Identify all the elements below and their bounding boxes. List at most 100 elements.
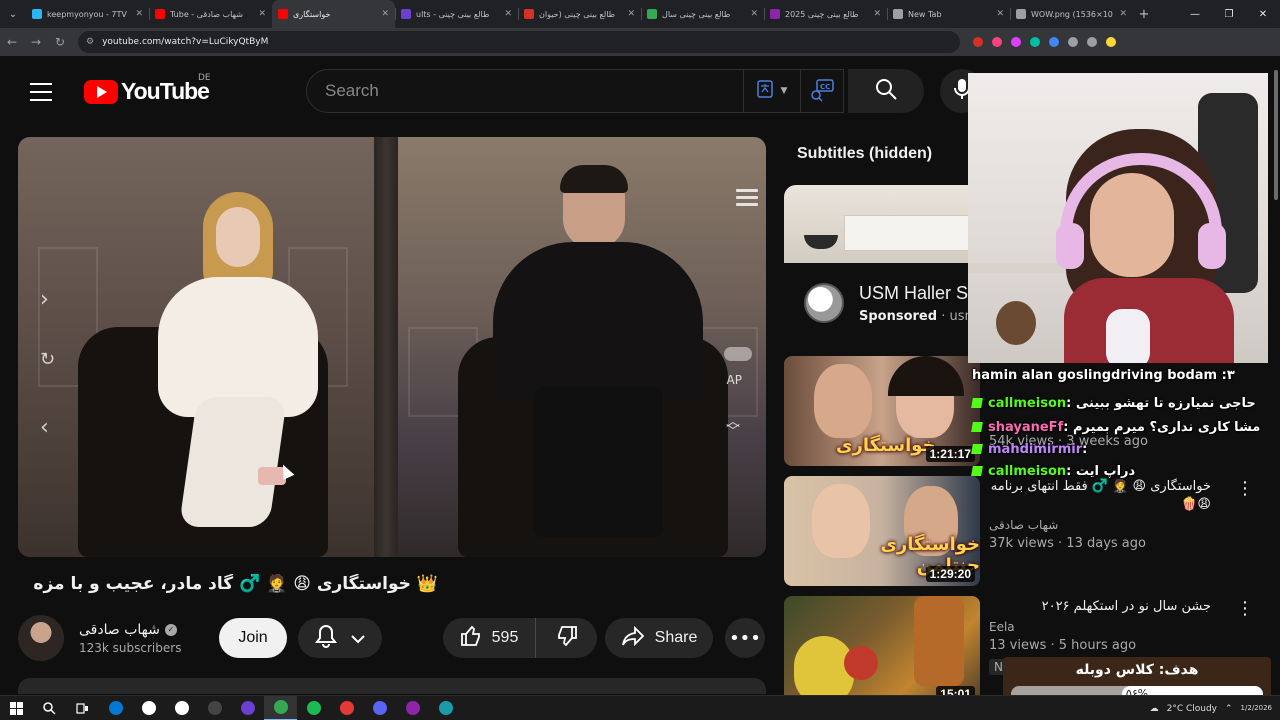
tab-close-icon[interactable]: ✕ xyxy=(381,9,389,19)
browser-tab[interactable]: طالع بینی چینی (حیوان ✕ xyxy=(518,0,641,28)
browser-tab[interactable]: ults - طالع بینی چینی ✕ xyxy=(395,0,518,28)
taskbar-app-icon[interactable] xyxy=(429,696,462,720)
recommendation-title[interactable]: جشن سال نو در استکهلم ۲۰۲۶ xyxy=(989,598,1211,616)
replay-icon[interactable]: ↻ xyxy=(40,349,55,370)
page-scrollbar[interactable] xyxy=(1272,60,1280,210)
guide-menu-icon[interactable] xyxy=(30,83,52,107)
browser-tab[interactable]: WOW.png (1536×10 ✕ xyxy=(1010,0,1133,28)
dislike-button[interactable] xyxy=(536,625,597,651)
extension-icon[interactable] xyxy=(1006,28,1025,56)
youtube-logo[interactable]: YouTube xyxy=(84,78,210,105)
chat-username[interactable]: mahdimirmir xyxy=(988,442,1082,457)
browser-tab[interactable]: طالع بینی چینی 2025 ✕ xyxy=(764,0,887,28)
recommendation-thumbnail[interactable]: خواستگاری 1:21:17 xyxy=(784,356,980,466)
share-button[interactable]: Share xyxy=(605,618,713,658)
browser-tab[interactable]: keepmyonyou - 7TV ✕ xyxy=(26,0,149,28)
search-button[interactable] xyxy=(848,69,924,113)
furniture-shape xyxy=(844,215,974,251)
weather-text[interactable]: 2°C Cloudy xyxy=(1167,704,1217,714)
tab-favicon-icon xyxy=(524,9,534,19)
join-button[interactable]: Join xyxy=(219,618,287,658)
taskbar-app-icon[interactable] xyxy=(231,696,264,720)
taskbar-app-icon[interactable] xyxy=(264,695,297,720)
subscription-bell-button[interactable] xyxy=(298,618,382,658)
tab-search-icon[interactable]: ⌄ xyxy=(0,0,26,28)
task-view-icon[interactable] xyxy=(66,696,99,720)
new-tab-button[interactable]: + xyxy=(1133,0,1155,28)
browser-tab[interactable]: Tube - شهاب صادقی ✕ xyxy=(149,0,272,28)
more-vertical-icon[interactable]: ⋮ xyxy=(1236,598,1254,619)
minimize-icon[interactable]: — xyxy=(1178,0,1212,28)
extension-icon[interactable] xyxy=(1044,28,1063,56)
extension-icon[interactable] xyxy=(1101,28,1120,56)
browser-tab[interactable]: خواستگاری ✕ xyxy=(272,0,395,28)
subtitles-hidden-label[interactable]: Subtitles (hidden) xyxy=(797,145,932,163)
taskbar-app-icon[interactable] xyxy=(330,696,363,720)
channel-avatar[interactable] xyxy=(18,615,64,661)
forward-icon[interactable]: → xyxy=(24,35,48,49)
thumbnail-text: خواستگاری xyxy=(836,435,936,456)
back-icon[interactable]: ← xyxy=(0,35,24,49)
address-bar[interactable]: ⚙ youtube.com/watch?v=LuCikyQtByM xyxy=(78,31,960,53)
tab-close-icon[interactable]: ✕ xyxy=(258,9,266,19)
close-window-icon[interactable]: ✕ xyxy=(1246,0,1280,28)
ad-title[interactable]: USM Haller S xyxy=(859,283,968,304)
channel-name[interactable]: Eela xyxy=(989,620,1015,634)
reload-icon[interactable]: ↻ xyxy=(48,35,72,49)
extension-icon[interactable] xyxy=(1063,28,1082,56)
expand-collapse-icon[interactable]: ︿ ﹀ xyxy=(726,415,740,439)
taskbar-app-icon[interactable] xyxy=(132,696,165,720)
channel-name[interactable]: شهاب صادقی xyxy=(989,518,1058,532)
tab-close-icon[interactable]: ✕ xyxy=(873,9,881,19)
taskbar-app-icon[interactable] xyxy=(297,696,330,720)
start-button[interactable] xyxy=(0,696,33,720)
previous-arrow-icon[interactable]: ‹ xyxy=(40,415,49,440)
recommendation-thumbnail[interactable]: 15:01 xyxy=(784,596,980,706)
recommendation-info[interactable]: خواستگاری 😩 🤵 ♂️ فقط انتهای برنامه 😩🍿 شه… xyxy=(989,478,1229,551)
browser-tab[interactable]: New Tab ✕ xyxy=(887,0,1010,28)
recommendation-channel: شهاب صادقی xyxy=(989,518,1229,532)
taskbar-apps xyxy=(99,695,462,720)
sponsored-ad-card[interactable]: USM Haller S Sponsored · usm xyxy=(784,185,984,345)
taskbar-app-icon[interactable] xyxy=(363,696,396,720)
tab-close-icon[interactable]: ✕ xyxy=(996,9,1004,19)
site-info-icon[interactable]: ⚙ xyxy=(86,37,94,47)
chat-username[interactable]: callmeison xyxy=(988,396,1066,411)
search-input[interactable]: Search xyxy=(306,69,744,113)
more-actions-button[interactable]: ••• xyxy=(725,618,765,658)
tab-close-icon[interactable]: ✕ xyxy=(627,9,635,19)
extension-icon[interactable] xyxy=(1025,28,1044,56)
tab-close-icon[interactable]: ✕ xyxy=(504,9,512,19)
extension-icon[interactable] xyxy=(1082,28,1101,56)
chevron-up-icon[interactable]: ⌃ xyxy=(1225,704,1233,714)
extension-icon[interactable] xyxy=(968,28,987,56)
transliteration-button[interactable]: ▼ xyxy=(744,69,800,113)
chat-username[interactable]: shayaneFf xyxy=(988,420,1063,435)
player-menu-icon[interactable] xyxy=(736,189,758,210)
taskbar-app-icon[interactable] xyxy=(198,696,231,720)
chat-username[interactable]: callmeison xyxy=(988,464,1066,479)
video-player[interactable]: › ↻ ‹ AP ︿ ﹀ xyxy=(18,137,766,557)
description-box[interactable] xyxy=(18,678,766,694)
tab-close-icon[interactable]: ✕ xyxy=(135,9,143,19)
like-button[interactable]: 595 xyxy=(443,618,536,658)
tab-close-icon[interactable]: ✕ xyxy=(750,9,758,19)
channel-name[interactable]: شهاب صادقی xyxy=(79,622,160,638)
taskbar-app-icon[interactable] xyxy=(99,696,132,720)
browser-tab[interactable]: طالع بینی چینی سال ✕ xyxy=(641,0,764,28)
ad-image[interactable] xyxy=(784,185,984,263)
taskbar-app-icon[interactable] xyxy=(165,696,198,720)
autoplay-toggle[interactable] xyxy=(724,347,752,361)
taskbar-app-icon[interactable] xyxy=(396,696,429,720)
caption-search-icon[interactable]: CC xyxy=(800,69,844,113)
advertiser-logo[interactable] xyxy=(804,283,844,323)
tab-close-icon[interactable]: ✕ xyxy=(1119,9,1127,19)
restore-icon[interactable]: ❐ xyxy=(1212,0,1246,28)
region-code: DE xyxy=(198,73,211,83)
recommendation-thumbnail[interactable]: خواستگاری جنتلمن 1:29:20 xyxy=(784,476,980,586)
extension-icon[interactable] xyxy=(987,28,1006,56)
window-controls: — ❐ ✕ xyxy=(1178,0,1280,28)
next-arrow-icon[interactable]: › xyxy=(40,287,49,312)
taskbar-search-icon[interactable] xyxy=(33,696,66,720)
clock[interactable]: 1/2/2026 xyxy=(1241,704,1272,713)
